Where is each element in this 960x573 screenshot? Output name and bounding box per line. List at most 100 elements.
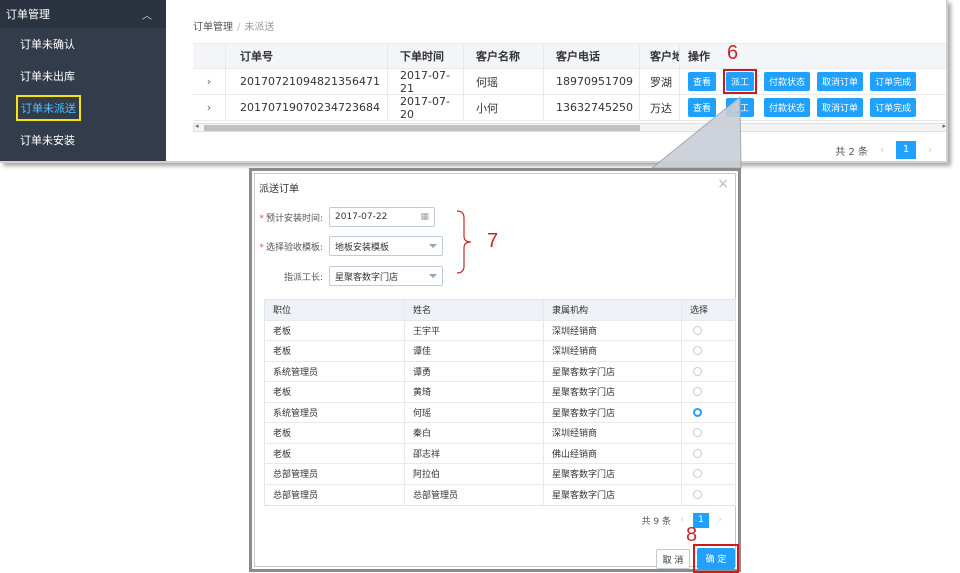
select-cell bbox=[681, 402, 735, 422]
select-cell bbox=[681, 361, 735, 381]
staff-name-cell: 何瑶 bbox=[404, 402, 543, 422]
column-header-customer-address: 客户地 bbox=[639, 44, 679, 68]
radio-unselected[interactable] bbox=[693, 346, 702, 356]
table-row: 系统管理员 谭勇 星聚客数字门店 bbox=[265, 361, 735, 382]
order-date-cell: 2017-07-20 bbox=[387, 95, 463, 121]
actions-cell: 查看 派工 付款状态 取消订单 订单完成 bbox=[679, 95, 946, 120]
sidebar-item-unconfirmed[interactable]: 订单未确认 bbox=[0, 28, 166, 60]
select-cell bbox=[681, 341, 735, 361]
step-7-label: 7 bbox=[487, 230, 499, 252]
confirm-highlight-box: 确 定 bbox=[693, 544, 739, 573]
close-icon[interactable]: × bbox=[717, 176, 729, 192]
table-row: › 20170719070234723684 2017-07-20 小何 136… bbox=[193, 95, 946, 121]
orders-table: 订单号 下单时间 客户名称 客户电话 客户地 操作 › 201707210948… bbox=[193, 43, 946, 121]
radio-selected[interactable] bbox=[693, 407, 702, 417]
view-button[interactable]: 查看 bbox=[688, 98, 717, 117]
table-row: 老板 黄琦 星聚客数字门店 bbox=[265, 382, 735, 403]
staff-position-cell: 系统管理员 bbox=[273, 367, 319, 378]
radio-unselected[interactable] bbox=[693, 387, 702, 397]
customer-address-cell: 万达 bbox=[639, 95, 679, 120]
prev-page-icon[interactable]: ‹ bbox=[874, 142, 890, 158]
dispatch-highlight-box: 派工 bbox=[723, 69, 758, 94]
scroll-right-icon[interactable]: ▸ bbox=[942, 122, 946, 130]
complete-order-button[interactable]: 订单完成 bbox=[870, 98, 917, 117]
cancel-button[interactable]: 取 消 bbox=[656, 549, 690, 569]
radio-unselected[interactable] bbox=[693, 428, 702, 438]
staff-position-cell: 总部管理员 bbox=[273, 491, 319, 502]
staff-name-cell: 邵志祥 bbox=[404, 443, 543, 463]
install-time-date-picker[interactable]: 2017-07-22 ▦ bbox=[329, 207, 435, 227]
foreman-value: 星聚客数字门店 bbox=[335, 272, 399, 283]
select-cell bbox=[681, 382, 735, 402]
chevron-right-icon[interactable]: › bbox=[193, 75, 225, 88]
confirm-button[interactable]: 确 定 bbox=[697, 548, 735, 569]
actions-cell: 查看 派工 付款状态 取消订单 订单完成 bbox=[679, 69, 946, 94]
breadcrumb-separator: / bbox=[237, 22, 241, 33]
template-label: * 选择验收模板: bbox=[259, 242, 323, 253]
complete-order-button[interactable]: 订单完成 bbox=[870, 72, 917, 91]
staff-name-cell: 阿拉伯 bbox=[404, 464, 543, 484]
dispatch-button[interactable]: 派工 bbox=[726, 98, 755, 117]
next-page-icon[interactable]: › bbox=[922, 142, 938, 158]
radio-unselected[interactable] bbox=[693, 469, 702, 479]
bracket-annotation bbox=[456, 210, 472, 274]
install-time-value: 2017-07-22 bbox=[335, 212, 388, 222]
staff-name-cell: 秦白 bbox=[404, 423, 543, 443]
pagination-total: 共 9 条 bbox=[641, 517, 671, 527]
column-header-org: 隶属机构 bbox=[543, 300, 681, 320]
next-page-icon[interactable]: › bbox=[714, 513, 726, 528]
table-row: 老板 秦白 深圳经销商 bbox=[265, 423, 735, 444]
cancel-order-button[interactable]: 取消订单 bbox=[817, 98, 864, 117]
staff-name-cell: 黄琦 bbox=[404, 382, 543, 402]
payment-status-button[interactable]: 付款状态 bbox=[764, 98, 811, 117]
staff-position-cell: 老板 bbox=[273, 429, 292, 440]
scroll-left-icon[interactable]: ◂ bbox=[195, 122, 199, 130]
sidebar-item-not-installed[interactable]: 订单未安装 bbox=[0, 124, 166, 156]
radio-unselected[interactable] bbox=[693, 448, 702, 458]
dispatch-button[interactable]: 派工 bbox=[726, 72, 755, 91]
sidebar-item-not-delivered[interactable]: 订单未派送 bbox=[0, 92, 166, 124]
radio-unselected[interactable] bbox=[693, 366, 702, 376]
column-header-name: 姓名 bbox=[404, 300, 543, 320]
staff-table-header: 职位 姓名 隶属机构 选择 bbox=[265, 300, 735, 321]
select-cell bbox=[681, 484, 735, 505]
sidebar-group-order-management[interactable]: 订单管理 ︿ bbox=[0, 0, 166, 28]
table-row: 老板 谭佳 深圳经销商 bbox=[265, 341, 735, 362]
page-number-button[interactable]: 1 bbox=[896, 141, 916, 159]
table-row: 老板 王宇平 深圳经销商 bbox=[265, 320, 735, 341]
install-time-label: * 预计安装时间: bbox=[259, 213, 323, 224]
dispatch-order-dialog: 派送订单 × * 预计安装时间: 2017-07-22 ▦ * 选择验收模板: 地板… bbox=[254, 173, 739, 573]
order-management-screen: 订单管理 ︿ 订单未确认 订单未出库 订单未派送 订单未安装 订单管理 / 未派送 … bbox=[0, 0, 948, 163]
horizontal-scrollbar[interactable]: ◂ ▸ bbox=[193, 122, 946, 132]
column-header-customer-phone: 客户电话 bbox=[543, 44, 639, 68]
staff-org-cell: 星聚客数字门店 bbox=[543, 382, 681, 402]
chevron-right-icon[interactable]: › bbox=[193, 101, 225, 114]
template-select[interactable]: 地板安装模板 bbox=[329, 236, 443, 256]
radio-unselected[interactable] bbox=[693, 325, 702, 335]
radio-unselected[interactable] bbox=[693, 490, 702, 500]
staff-org-cell: 深圳经销商 bbox=[543, 341, 681, 361]
staff-position-cell: 总部管理员 bbox=[273, 470, 319, 481]
table-row: 总部管理员 总部管理员 星聚客数字门店 bbox=[265, 484, 735, 505]
staff-table-body: 老板 王宇平 深圳经销商 老板 谭佳 深圳经销商 系统管理员 谭勇 星聚客数字门店 老板 黄琦 星聚客… bbox=[265, 320, 735, 505]
customer-address-cell: 罗湖 bbox=[639, 69, 679, 94]
view-button[interactable]: 查看 bbox=[688, 72, 717, 91]
sidebar-item-not-shipped[interactable]: 订单未出库 bbox=[0, 60, 166, 92]
breadcrumb-parent[interactable]: 订单管理 bbox=[193, 22, 233, 33]
select-cell bbox=[681, 320, 735, 340]
table-row: 系统管理员 何瑶 星聚客数字门店 bbox=[265, 402, 735, 423]
table-row: 总部管理员 阿拉伯 星聚客数字门店 bbox=[265, 464, 735, 485]
staff-org-cell: 深圳经销商 bbox=[543, 320, 681, 340]
scrollbar-thumb[interactable] bbox=[204, 125, 640, 131]
dispatch-order-dialog-frame: 派送订单 × * 预计安装时间: 2017-07-22 ▦ * 选择验收模板: 地板… bbox=[249, 168, 741, 573]
foreman-select[interactable]: 星聚客数字门店 bbox=[329, 266, 443, 286]
cancel-order-button[interactable]: 取消订单 bbox=[817, 72, 864, 91]
payment-status-button[interactable]: 付款状态 bbox=[764, 72, 811, 91]
column-header-select: 选择 bbox=[681, 300, 735, 320]
staff-name-cell: 谭佳 bbox=[404, 341, 543, 361]
staff-org-cell: 星聚客数字门店 bbox=[543, 402, 681, 422]
main-content: 订单管理 /未派送 订单号 下单时间 客户名称 客户电话 客户地 操作 › 201… bbox=[166, 0, 946, 161]
staff-position-cell: 老板 bbox=[273, 326, 292, 337]
staff-pagination: 共 9 条 ‹ 1 › bbox=[642, 513, 726, 528]
staff-name-cell: 王宇平 bbox=[404, 320, 543, 340]
